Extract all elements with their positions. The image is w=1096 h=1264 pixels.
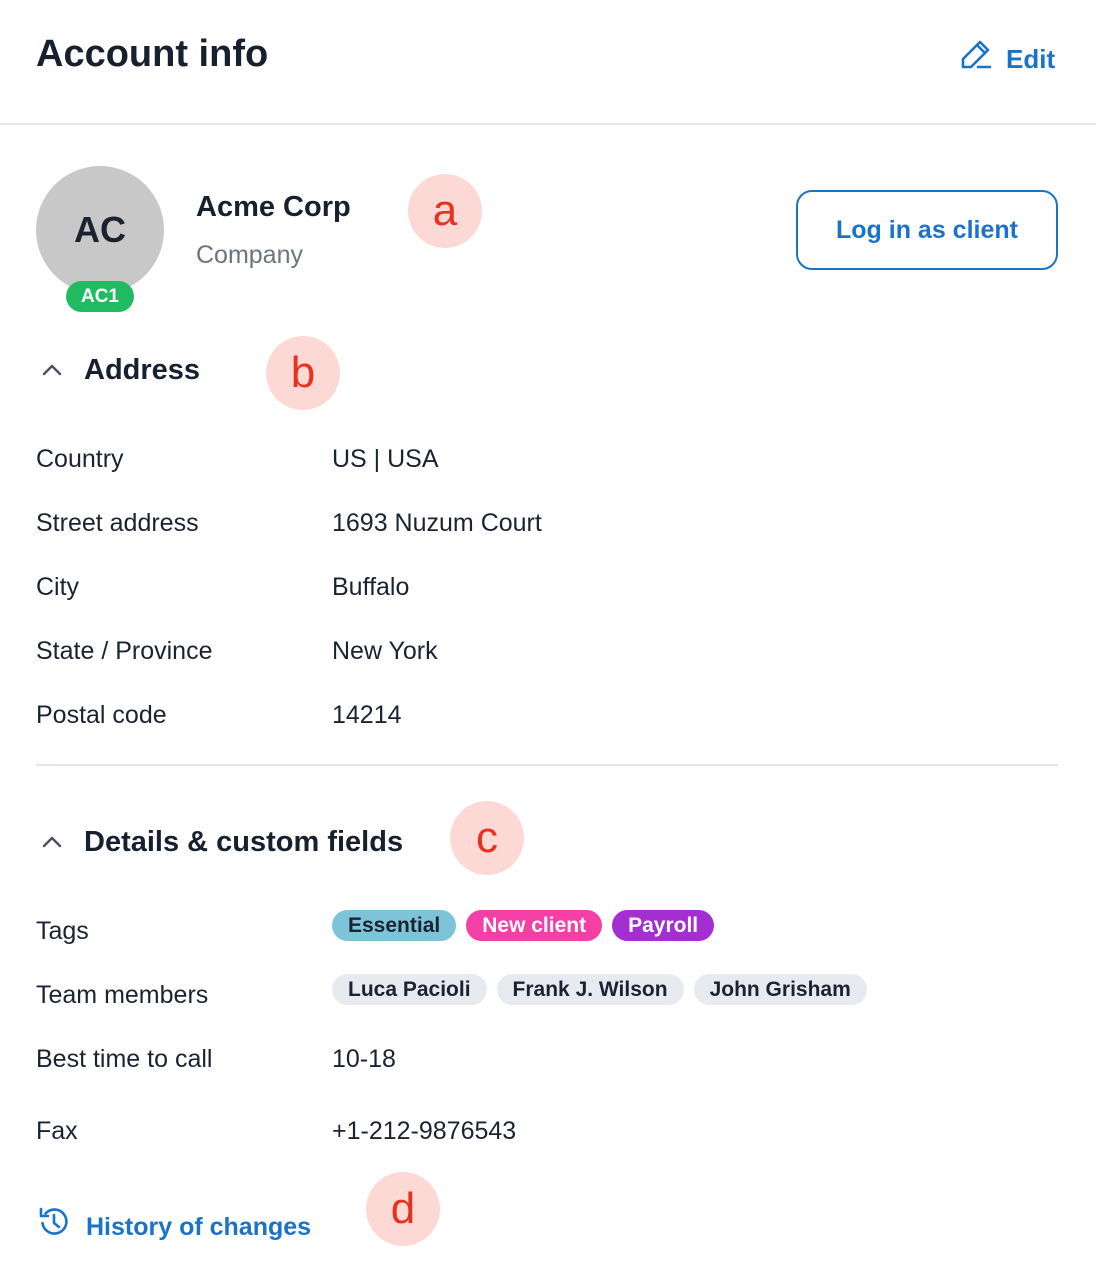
header-divider	[0, 123, 1096, 125]
postal-code-label: Postal code	[36, 701, 167, 729]
best-time-label: Best time to call	[36, 1045, 213, 1073]
avatar: AC	[36, 166, 164, 294]
street-value: 1693 Nuzum Court	[332, 509, 542, 537]
history-icon	[36, 1204, 72, 1250]
state-value: New York	[332, 637, 438, 665]
chevron-up-icon	[36, 818, 84, 866]
marker-b: b	[266, 336, 340, 410]
postal-code-value: 14214	[332, 701, 402, 729]
fax-value: +1-212-9876543	[332, 1117, 517, 1145]
page-title: Account info	[36, 33, 269, 75]
tag-chip[interactable]: Essential	[332, 910, 457, 941]
marker-c: c	[450, 801, 524, 875]
pencil-icon	[958, 36, 994, 81]
marker-d: d	[366, 1172, 440, 1246]
state-label: State / Province	[36, 637, 213, 665]
chevron-up-icon	[36, 346, 84, 394]
city-label: City	[36, 573, 80, 601]
log-in-as-client-button[interactable]: Log in as client	[796, 190, 1058, 270]
edit-label: Edit	[1006, 43, 1056, 74]
client-id-badge: AC1	[66, 281, 134, 312]
history-of-changes-link[interactable]: History of changes	[36, 1204, 311, 1250]
best-time-value: 10-18	[332, 1045, 396, 1073]
tags-label: Tags	[36, 917, 89, 945]
section-divider	[36, 764, 1058, 766]
tags-list: Essential New client Payroll	[332, 910, 715, 941]
edit-button[interactable]: Edit	[958, 36, 1055, 81]
tag-chip[interactable]: New client	[466, 910, 603, 941]
country-label: Country	[36, 445, 124, 473]
country-value: US | USA	[332, 445, 439, 473]
details-section-toggle[interactable]: Details & custom fields	[36, 818, 403, 866]
history-label: History of changes	[86, 1213, 312, 1241]
address-section-toggle[interactable]: Address	[36, 346, 200, 394]
tag-chip[interactable]: Payroll	[612, 910, 715, 941]
team-members-list: Luca Pacioli Frank J. Wilson John Grisha…	[332, 974, 867, 1005]
team-members-label: Team members	[36, 981, 209, 1009]
fax-label: Fax	[36, 1117, 78, 1145]
client-type: Company	[196, 241, 303, 269]
city-value: Buffalo	[332, 573, 410, 601]
team-member-chip[interactable]: John Grisham	[693, 974, 867, 1005]
marker-a: a	[408, 174, 482, 248]
team-member-chip[interactable]: Frank J. Wilson	[496, 974, 684, 1005]
details-section-title: Details & custom fields	[84, 826, 404, 858]
street-label: Street address	[36, 509, 199, 537]
client-name: Acme Corp	[196, 191, 351, 223]
team-member-chip[interactable]: Luca Pacioli	[332, 974, 487, 1005]
address-section-title: Address	[84, 354, 201, 386]
